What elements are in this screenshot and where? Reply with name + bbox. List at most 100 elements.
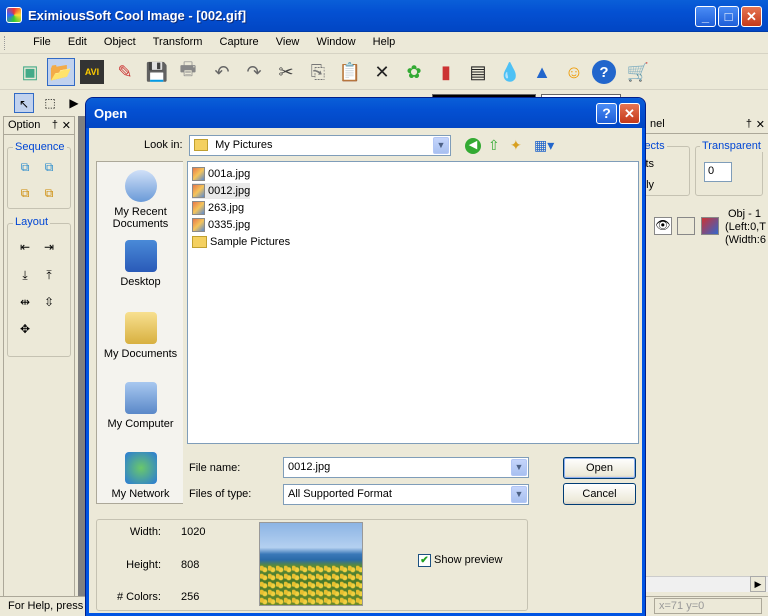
file-type-label: Files of type:: [189, 488, 252, 500]
center-vertical-icon[interactable]: ⇳: [41, 294, 57, 310]
menu-window[interactable]: Window: [309, 32, 362, 48]
copy-icon[interactable]: ⎘: [304, 58, 332, 86]
app-title-bar: EximiousSoft Cool Image - [002.gif] _ □ …: [0, 0, 768, 32]
align-right-icon[interactable]: ⇥: [41, 239, 57, 255]
chevron-down-icon[interactable]: ▼: [433, 137, 449, 154]
chevron-down-icon[interactable]: ▼: [511, 486, 527, 503]
menu-object[interactable]: Object: [97, 32, 143, 48]
center-both-icon[interactable]: ✥: [17, 321, 33, 337]
height-value: 808: [181, 559, 200, 571]
menu-help[interactable]: Help: [366, 32, 403, 48]
minimize-button[interactable]: _: [695, 6, 716, 27]
chevron-down-icon[interactable]: ▼: [511, 459, 527, 476]
object-panel: nel † ✕ jects cts nly Transparent 0 👁 Ob…: [636, 116, 768, 596]
width-label: Width:: [129, 526, 161, 538]
filmstrip-icon[interactable]: ▤: [464, 58, 492, 86]
file-name-input[interactable]: 0012.jpg ▼: [283, 457, 529, 478]
edit-icon[interactable]: ✎: [111, 58, 139, 86]
undo-icon[interactable]: ↶: [208, 58, 236, 86]
up-folder-icon[interactable]: ⇧: [488, 137, 500, 154]
eye-icon[interactable]: 👁: [654, 217, 672, 235]
delete-icon[interactable]: ✕: [368, 58, 396, 86]
look-in-select[interactable]: My Pictures ▼: [189, 135, 451, 156]
seq-forward-icon[interactable]: ⧉: [17, 159, 33, 175]
cart-icon[interactable]: 🛒: [624, 58, 652, 86]
center-horizontal-icon[interactable]: ⇹: [17, 294, 33, 310]
chart-icon[interactable]: ▮: [432, 58, 460, 86]
align-bottom-icon[interactable]: ⤓: [17, 267, 33, 283]
place-network-label: My Network: [111, 488, 170, 500]
print-icon[interactable]: 🖶: [174, 58, 202, 86]
avi-icon[interactable]: AVI: [80, 60, 104, 84]
dialog-close-button[interactable]: ✕: [619, 103, 640, 124]
pin-icon[interactable]: †: [746, 118, 752, 130]
cancel-button[interactable]: Cancel: [563, 483, 636, 505]
image-file-icon: [192, 167, 205, 181]
place-recent[interactable]: My Recent Documents: [97, 170, 184, 230]
close-button[interactable]: ✕: [741, 6, 762, 27]
file-name-label: File name:: [189, 462, 241, 474]
desktop-icon: [124, 240, 157, 272]
place-documents[interactable]: My Documents: [97, 312, 184, 360]
horizontal-scrollbar[interactable]: [640, 576, 768, 592]
panel-close-icon[interactable]: ✕: [756, 118, 765, 131]
back-icon[interactable]: ◀: [465, 138, 481, 154]
help-icon[interactable]: ?: [592, 60, 616, 84]
file-name: 263.jpg: [208, 202, 245, 214]
menu-view[interactable]: View: [269, 32, 307, 48]
cut-icon[interactable]: ✂: [272, 58, 300, 86]
effect-icon[interactable]: ✿: [400, 58, 428, 86]
file-list[interactable]: 001a.jpg 0012.jpg 263.jpg 0335.jpg Sampl…: [187, 161, 639, 444]
pin-icon[interactable]: †: [52, 119, 58, 131]
seq-back-icon[interactable]: ⧉: [41, 185, 57, 201]
menu-edit[interactable]: Edit: [61, 32, 94, 48]
file-type-select[interactable]: All Supported Format ▼: [283, 484, 529, 505]
dialog-help-button[interactable]: ?: [596, 103, 617, 124]
object-size: (Width:6: [725, 234, 766, 246]
paste-icon[interactable]: 📋: [336, 58, 364, 86]
menu-file[interactable]: File: [26, 32, 58, 48]
show-preview-checkbox[interactable]: ✔: [418, 554, 431, 567]
triangle-icon[interactable]: ▲: [528, 58, 556, 86]
file-item[interactable]: 001a.jpg: [192, 166, 250, 182]
places-bar: My Recent Documents Desktop My Documents…: [96, 161, 183, 504]
file-item[interactable]: 0335.jpg: [192, 217, 250, 233]
recent-documents-icon: [124, 170, 157, 202]
file-item[interactable]: 263.jpg: [192, 200, 244, 216]
panel-close-icon[interactable]: ✕: [62, 119, 71, 132]
seq-backward-icon[interactable]: ⧉: [41, 159, 57, 175]
object-thumbnail[interactable]: [701, 217, 719, 235]
scroll-right-icon[interactable]: ▶: [750, 576, 766, 592]
marquee-tool-icon[interactable]: ⬚: [40, 93, 60, 113]
drop-icon[interactable]: 💧: [496, 58, 524, 86]
open-icon[interactable]: 📂: [47, 58, 75, 86]
file-item-selected[interactable]: 0012.jpg: [192, 183, 251, 199]
new-folder-icon[interactable]: ✦: [510, 137, 522, 154]
align-top-icon[interactable]: ⤒: [41, 267, 57, 283]
transparent-input[interactable]: 0: [704, 162, 732, 182]
place-computer[interactable]: My Computer: [97, 382, 184, 430]
views-menu-icon[interactable]: ▦▾: [534, 137, 554, 154]
show-preview-label[interactable]: Show preview: [434, 554, 502, 566]
object-panel-header: nel † ✕: [640, 116, 768, 134]
layout-label: Layout: [13, 216, 51, 228]
align-left-icon[interactable]: ⇤: [17, 239, 33, 255]
place-desktop[interactable]: Desktop: [97, 240, 184, 288]
play-tool-icon[interactable]: ▶: [64, 93, 84, 113]
menu-transform[interactable]: Transform: [146, 32, 210, 48]
open-button[interactable]: Open: [563, 457, 636, 479]
redo-icon[interactable]: ↷: [240, 58, 268, 86]
colors-label: # Colors:: [116, 591, 161, 603]
seq-front-icon[interactable]: ⧉: [17, 185, 33, 201]
menu-capture[interactable]: Capture: [213, 32, 266, 48]
select-tool-icon[interactable]: ↖: [14, 93, 34, 113]
person-icon[interactable]: ☺: [560, 58, 588, 86]
new-icon[interactable]: ▣: [16, 58, 44, 86]
sequence-label: Sequence: [13, 141, 67, 153]
lock-toggle[interactable]: [677, 217, 695, 235]
file-type-value: All Supported Format: [288, 488, 392, 500]
folder-item[interactable]: Sample Pictures: [192, 234, 290, 250]
save-icon[interactable]: 💾: [143, 58, 171, 86]
place-network[interactable]: My Network: [97, 452, 184, 500]
maximize-button[interactable]: □: [718, 6, 739, 27]
